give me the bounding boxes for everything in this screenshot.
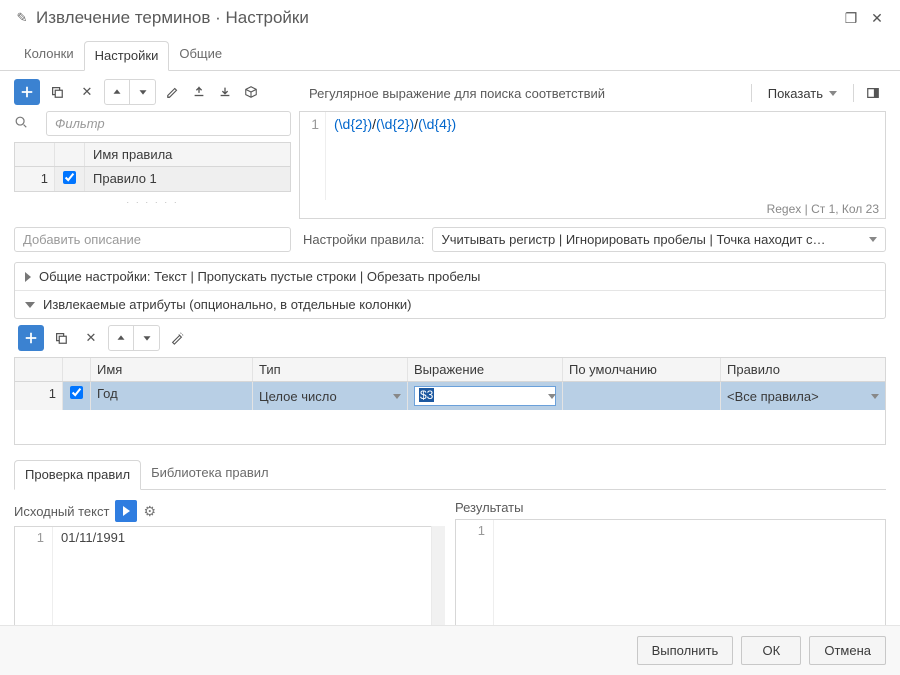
scrollbar[interactable] (431, 526, 445, 626)
line-number: 1 (15, 527, 53, 625)
move-up-button[interactable] (104, 79, 130, 105)
attributes-table[interactable]: Имя Тип Выражение По умолчанию Правило 1… (14, 357, 886, 445)
add-attr-button[interactable] (18, 325, 44, 351)
col-type: Тип (253, 358, 408, 381)
maximize-button[interactable]: ❐ (842, 10, 860, 27)
tab-settings[interactable]: Настройки (84, 41, 170, 71)
expand-panel-button[interactable] (860, 80, 886, 106)
attr-type-select[interactable]: Целое число (253, 382, 408, 410)
col-default: По умолчанию (563, 358, 721, 381)
attr-rule-select[interactable]: <Все правила> (721, 382, 885, 410)
window-title: Извлечение терминов · Настройки (36, 8, 309, 28)
chevron-down-icon (25, 302, 35, 308)
tab-rules-library[interactable]: Библиотека правил (141, 459, 279, 489)
col-name: Имя (91, 358, 253, 381)
attr-name[interactable]: Год (91, 382, 253, 410)
search-icon (14, 111, 40, 136)
description-input[interactable] (14, 227, 291, 252)
chevron-down-icon (869, 237, 877, 242)
accordion-general-settings[interactable]: Общие настройки: Текст | Пропускать пуст… (15, 263, 885, 291)
rule-enabled-checkbox[interactable] (63, 171, 76, 184)
attr-move-up-button[interactable] (108, 325, 134, 351)
source-text-label: Исходный текст (14, 504, 109, 519)
package-button[interactable] (238, 79, 264, 105)
rule-settings-label: Настройки правила: (303, 232, 424, 247)
col-rule-name: Имя правила (85, 143, 290, 166)
source-text-editor[interactable]: 1 01/11/1991 (14, 526, 445, 626)
close-button[interactable]: ✕ (868, 10, 886, 27)
chevron-right-icon (25, 272, 31, 282)
regex-editor[interactable]: 1 (\d{2})/(\d{2})/(\d{4}) Regex | Ст 1, … (299, 111, 886, 219)
regex-label: Регулярное выражение для поиска соответс… (299, 86, 605, 101)
gear-icon[interactable]: ⚙ (143, 503, 156, 520)
col-rule: Правило (721, 358, 885, 381)
ok-button[interactable]: ОК (741, 636, 801, 665)
tab-columns[interactable]: Колонки (14, 40, 84, 70)
copy-attr-button[interactable] (48, 325, 74, 351)
rule-name: Правило 1 (85, 167, 290, 191)
rule-settings-dropdown[interactable]: Учитывать регистр | Игнорировать пробелы… (432, 227, 886, 252)
run-button[interactable]: Выполнить (637, 636, 734, 665)
cancel-button[interactable]: Отмена (809, 636, 886, 665)
attr-default[interactable] (563, 382, 721, 410)
export-button[interactable] (186, 79, 212, 105)
show-dropdown[interactable]: Показать (758, 83, 847, 104)
table-row[interactable]: 1 Правило 1 (15, 167, 290, 191)
rules-table[interactable]: Имя правила 1 Правило 1 (14, 142, 291, 192)
copy-rule-button[interactable] (44, 79, 70, 105)
chevron-down-icon (829, 91, 837, 96)
move-down-button[interactable] (130, 79, 156, 105)
delete-attr-button[interactable]: ✕ (78, 325, 104, 351)
filter-input[interactable] (46, 111, 291, 136)
results-label: Результаты (455, 500, 523, 515)
play-icon (123, 506, 130, 516)
import-button[interactable] (212, 79, 238, 105)
accordion-extracted-attrs[interactable]: Извлекаемые атрибуты (опционально, в отд… (15, 291, 885, 318)
delete-rule-button[interactable]: ✕ (74, 79, 100, 105)
table-row[interactable]: 1 Год Целое число $3 <Все правила> (15, 382, 885, 410)
magic-wand-button[interactable] (164, 325, 190, 351)
attr-enabled-checkbox[interactable] (70, 386, 83, 399)
row-number: 1 (15, 382, 63, 410)
attr-expr-input[interactable]: $3 (408, 382, 563, 410)
tab-general[interactable]: Общие (169, 40, 232, 70)
row-number: 1 (15, 167, 55, 191)
regex-status: Regex | Ст 1, Кол 23 (767, 202, 879, 216)
pencil-icon: ✎ (14, 10, 30, 26)
tab-check-rules[interactable]: Проверка правил (14, 460, 141, 490)
resize-handle-icon[interactable]: · · · · · · (14, 197, 291, 207)
col-expr: Выражение (408, 358, 563, 381)
edit-inline-button[interactable] (160, 79, 186, 105)
attr-move-down-button[interactable] (134, 325, 160, 351)
line-number: 1 (300, 112, 326, 200)
run-check-button[interactable] (115, 500, 137, 522)
add-rule-button[interactable] (14, 79, 40, 105)
